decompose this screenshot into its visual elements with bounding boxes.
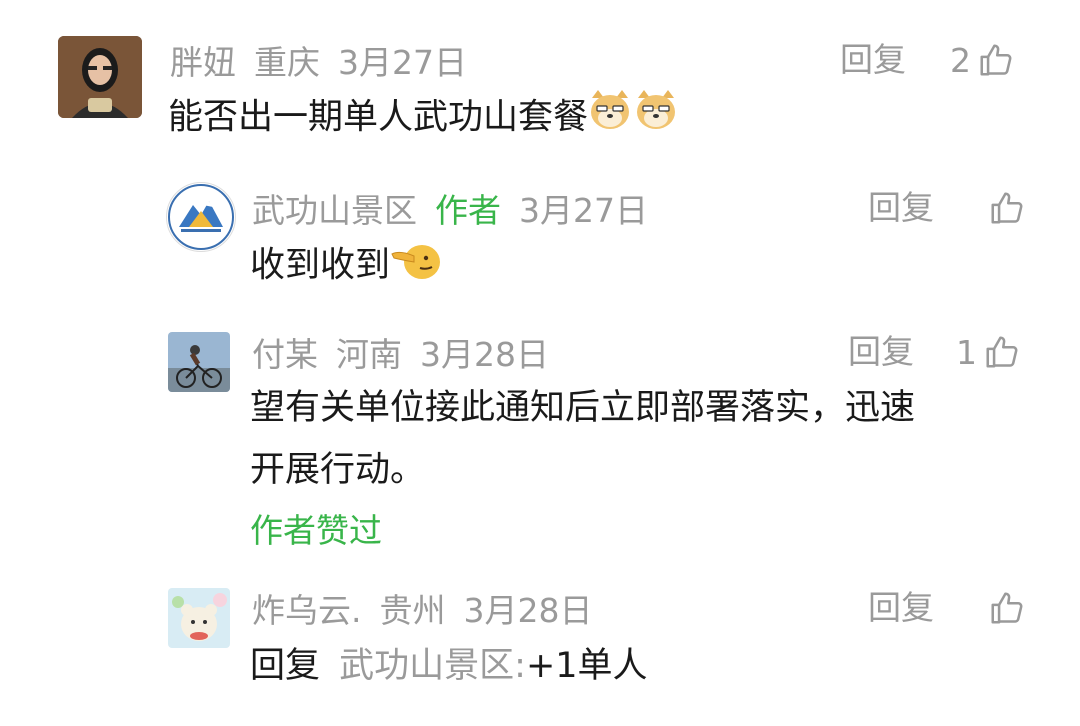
comment-meta: 胖妞 重庆 3月27日	[170, 38, 485, 82]
comment-text: 能否出一期单人武功山套餐	[168, 88, 680, 149]
comment-text: 收到收到	[250, 236, 442, 297]
reply-item: 付某 河南 3月28日 回复 1 望有关单位接此通知后立即部署落实，迅速 开展行…	[0, 318, 1080, 568]
comment-date: 3月28日	[463, 591, 593, 630]
commenter-name[interactable]: 付某	[252, 328, 318, 376]
commenter-name[interactable]: 武功山景区	[252, 184, 417, 232]
like-count: 1	[956, 332, 977, 372]
comment-text: 回复 武功山景区:+1单人	[250, 638, 648, 694]
commenter-name[interactable]: 炸乌云.	[252, 584, 362, 632]
comment-text-line: 望有关单位接此通知后立即部署落实，迅速	[250, 388, 916, 428]
reply-item: 武功山景区 作者 3月27日 回复 收到收到	[0, 170, 1080, 310]
reply-body: +1单人	[525, 646, 648, 686]
commenter-location: 河南	[336, 335, 402, 374]
commenter-location: 贵州	[379, 591, 446, 630]
pointing-face-icon	[390, 236, 442, 297]
thumbs-up-icon	[980, 44, 1012, 76]
commenter-location: 重庆	[254, 43, 320, 82]
thumbs-up-icon	[986, 336, 1018, 368]
comment-meta: 炸乌云. 贵州 3月28日	[252, 586, 611, 630]
author-badge: 作者	[435, 191, 501, 230]
commenter-name[interactable]: 胖妞	[170, 36, 236, 84]
like-button[interactable]: 2	[950, 38, 1015, 82]
comment-meta: 付某 河南 3月28日	[252, 330, 567, 374]
reply-button[interactable]: 回复	[840, 38, 906, 82]
comment-item: 胖妞 重庆 3月27日 回复 2 能否出一期单人武功山套餐	[0, 0, 1080, 160]
avatar[interactable]	[166, 182, 236, 252]
thumbs-up-icon	[991, 192, 1023, 224]
thumbs-up-icon	[991, 592, 1023, 624]
reply-target[interactable]: 武功山景区:	[339, 646, 526, 686]
reply-button[interactable]: 回复	[868, 186, 934, 230]
reply-item: 炸乌云. 贵州 3月28日 回复 回复 武功山景区:+1单人	[0, 576, 1080, 716]
comment-date: 3月27日	[519, 191, 648, 230]
reply-button[interactable]: 回复	[868, 586, 934, 630]
avatar[interactable]	[168, 588, 230, 648]
reply-button[interactable]: 回复	[848, 330, 914, 374]
like-button[interactable]	[982, 586, 1026, 630]
like-button[interactable]: 1	[956, 330, 1021, 374]
avatar[interactable]	[168, 332, 230, 392]
comment-meta: 武功山景区 作者 3月27日	[252, 186, 666, 230]
author-liked-note: 作者赞过	[250, 511, 382, 550]
comment-text-line: 开展行动。	[250, 450, 426, 490]
doge-icon	[588, 88, 680, 149]
comment-date: 3月27日	[338, 43, 467, 82]
avatar[interactable]	[58, 36, 142, 118]
comment-text: 望有关单位接此通知后立即部署落实，迅速 开展行动。	[250, 380, 915, 498]
like-count: 2	[950, 40, 971, 80]
comment-date: 3月28日	[420, 335, 549, 374]
like-button[interactable]	[982, 186, 1026, 230]
reply-prefix: 回复	[250, 646, 321, 686]
